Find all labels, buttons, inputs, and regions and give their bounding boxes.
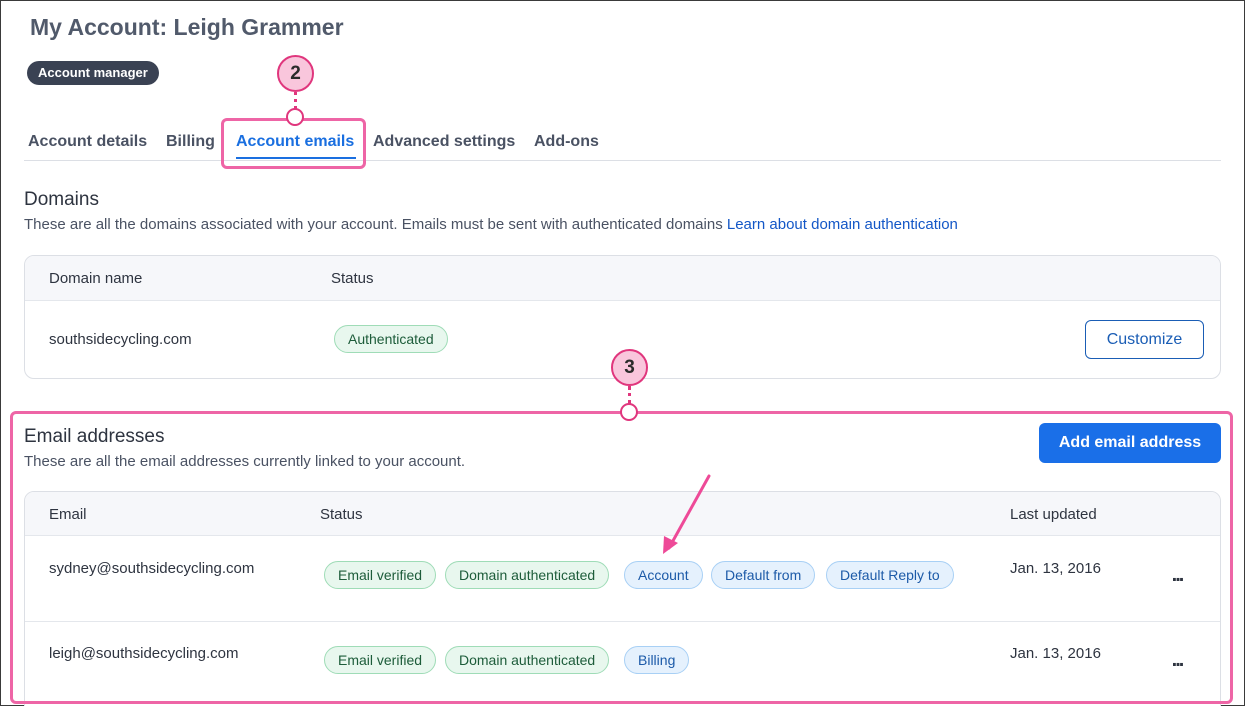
callout-dot-3	[620, 403, 638, 421]
tab-billing[interactable]: Billing	[166, 133, 215, 151]
col-domain-status: Status	[331, 270, 374, 287]
domains-title: Domains	[24, 189, 99, 210]
page-title: My Account: Leigh Grammer	[30, 14, 344, 40]
callout-step-3: 3	[611, 349, 648, 386]
callout-stem-3	[628, 386, 631, 404]
role-badge: Account manager	[27, 61, 159, 85]
domain-name-cell: southsidecycling.com	[49, 331, 192, 348]
arrow-annotation-icon	[663, 474, 711, 554]
tab-account-details[interactable]: Account details	[28, 133, 147, 151]
domains-description-text: These are all the domains associated wit…	[24, 216, 723, 233]
callout-step-2: 2	[277, 55, 314, 92]
highlight-email-addresses	[10, 411, 1233, 704]
customize-button[interactable]: Customize	[1085, 320, 1204, 359]
domain-status-badge: Authenticated	[334, 325, 448, 353]
callout-dot-2	[286, 108, 304, 126]
col-domain-name: Domain name	[49, 270, 143, 287]
domains-table-header: Domain name Status	[25, 256, 1220, 301]
learn-domain-auth-link[interactable]: Learn about domain authentication	[727, 216, 958, 233]
callout-stem-2	[294, 92, 297, 109]
domains-description: These are all the domains associated wit…	[24, 216, 958, 233]
tab-bar: Account details Billing Account emails A…	[24, 120, 1221, 161]
tab-advanced-settings[interactable]: Advanced settings	[373, 133, 515, 151]
tab-add-ons[interactable]: Add-ons	[534, 133, 599, 151]
